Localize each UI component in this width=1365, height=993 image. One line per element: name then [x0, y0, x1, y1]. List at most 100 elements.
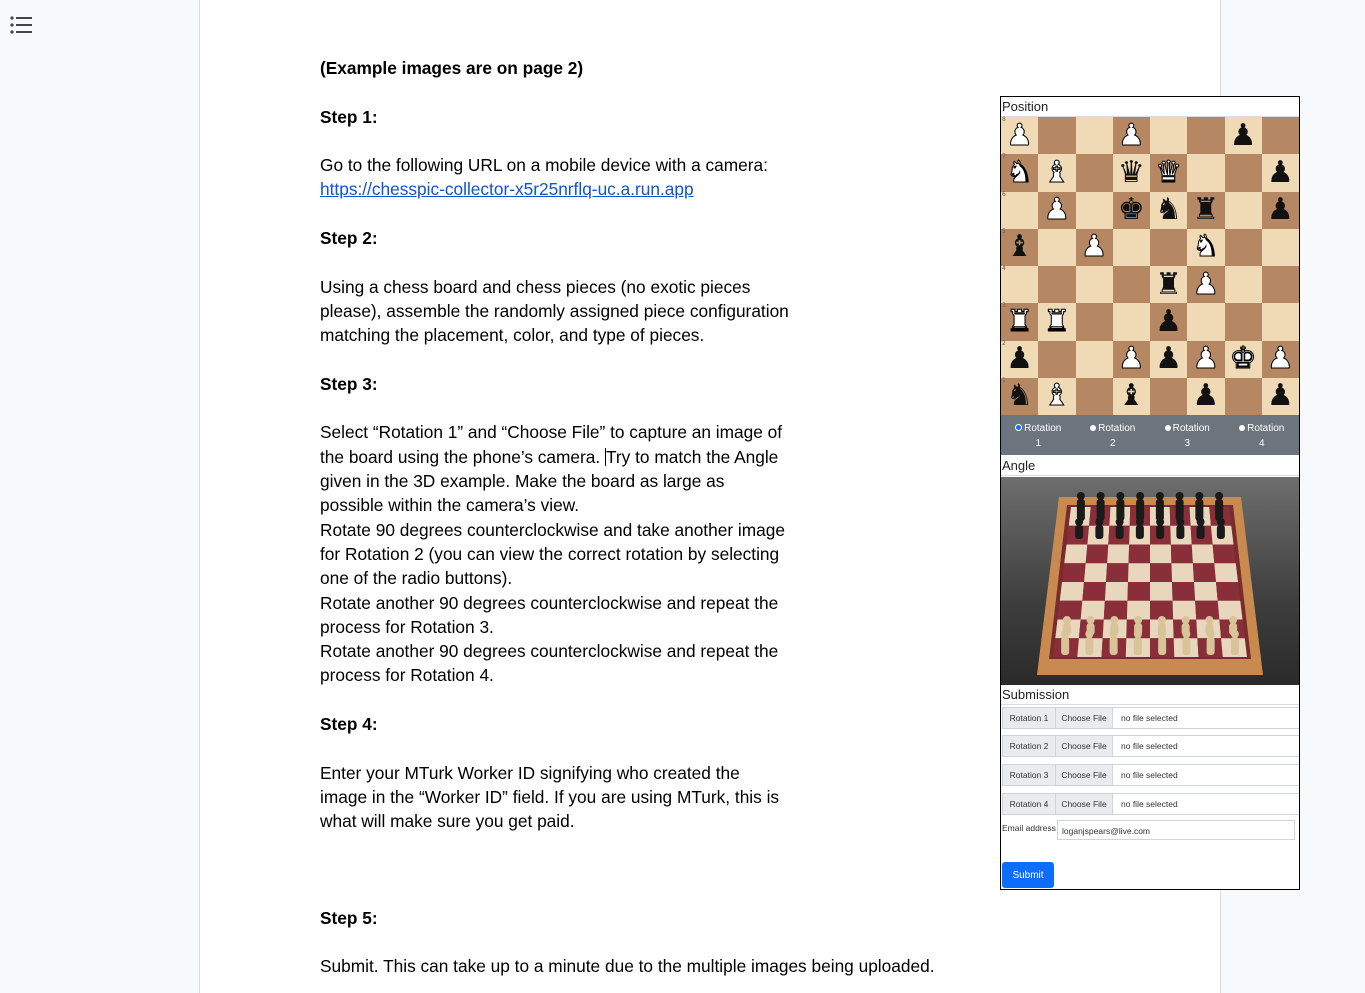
rotation-radio-group: Rotation 1 Rotation 2 Rotation 3 Rotation 4 — [1001, 415, 1299, 455]
radio-selected-icon — [1015, 424, 1023, 431]
radio-icon — [1090, 425, 1097, 431]
board-3d-piece — [1215, 492, 1224, 500]
white-rook-icon: ♜ — [1006, 303, 1034, 339]
board-3d-square — [1170, 544, 1193, 564]
embedded-app-screenshot[interactable]: Position 8 ♟ ♟ ♟ 7 ♞ ♝ ♛ ♛ ♟ 6 ♟ ♚ ♞ ♜ ♟ 5 ♝ ♟ ♞ 4 ♜ ♟ 3 ♜ ♜ ♟ 2 ♟ ♟ ♟… — [1000, 96, 1300, 890]
board-square — [1187, 154, 1225, 192]
collector-url-link[interactable]: https://chesspic-collector-x5r25nrflq-uc… — [320, 179, 694, 199]
board-3d-piece — [1116, 499, 1125, 521]
rank-label: 5 — [1002, 227, 1006, 235]
board-square: ♟ — [1261, 191, 1299, 229]
board-3d-square — [1082, 582, 1106, 601]
board-3d-square — [1104, 582, 1128, 601]
board-3d-piece — [1133, 637, 1142, 655]
black-rook-icon: ♜ — [1192, 192, 1220, 228]
angle-title: Angle — [1001, 456, 1299, 476]
board-square — [1075, 154, 1113, 192]
board-3d-piece — [1205, 616, 1214, 624]
white-queen-icon: ♛ — [1155, 154, 1183, 190]
board-3d-piece — [1116, 492, 1125, 500]
board-3d-piece — [1182, 630, 1191, 638]
choose-file-button-3[interactable]: Choose File — [1056, 765, 1113, 785]
rotation-radio-1[interactable]: Rotation 1 — [1001, 415, 1076, 455]
board-square: ♟ — [1150, 303, 1188, 341]
choose-file-button-4[interactable]: Choose File — [1056, 794, 1113, 814]
black-pawn-icon: ♟ — [1266, 192, 1294, 228]
board-3d-piece — [1206, 637, 1215, 655]
board-square — [1150, 117, 1188, 155]
board-3d-piece — [1134, 616, 1143, 624]
rotation-radio-3[interactable]: Rotation 3 — [1150, 415, 1225, 455]
board-square — [1075, 377, 1113, 415]
submit-button[interactable]: Submit — [1002, 862, 1054, 888]
board-square — [1261, 266, 1299, 304]
black-pawn-icon: ♟ — [1006, 341, 1034, 377]
board-3d-square — [1059, 582, 1084, 601]
board-square — [1150, 228, 1188, 266]
board-3d-piece — [1158, 630, 1167, 638]
choose-file-button-2[interactable]: Choose File — [1056, 736, 1113, 756]
document-outline-icon[interactable] — [8, 12, 36, 38]
step3-text-e: Rotate another 90 degrees counterclockwi… — [320, 641, 779, 686]
board-square — [1224, 191, 1262, 229]
board-square: ♟ — [1112, 340, 1150, 378]
board-3d-piece — [1109, 637, 1118, 655]
rotation-radio-2[interactable]: Rotation 2 — [1076, 415, 1151, 455]
document-body[interactable]: (Example images are on page 2) Step 1: G… — [320, 56, 790, 834]
black-bishop-icon: ♝ — [1117, 378, 1145, 414]
board-square: ♛ — [1112, 154, 1150, 192]
white-pawn-icon: ♟ — [1117, 341, 1145, 377]
board-3d-piece — [1216, 525, 1225, 539]
board-3d-square — [1171, 563, 1194, 582]
board-square: ♟ — [1224, 117, 1262, 155]
radio-icon — [1164, 425, 1171, 431]
board-3d-piece — [1136, 499, 1145, 521]
board-square — [1224, 303, 1262, 341]
board-square — [1038, 266, 1076, 304]
rank-label: 4 — [1002, 265, 1006, 272]
board-square: 1 ♞ — [1001, 377, 1039, 415]
board-3d-square — [1106, 563, 1129, 582]
board-3d-square — [1212, 544, 1236, 564]
rotation-radio-4[interactable]: Rotation 4 — [1225, 415, 1300, 455]
black-pawn-icon: ♟ — [1266, 378, 1294, 414]
board-3d-piece — [1156, 525, 1165, 539]
board-3d-piece — [1115, 525, 1124, 539]
step1-heading: Step 1: — [320, 106, 378, 127]
board-3d-piece — [1075, 518, 1084, 526]
step5-heading: Step 5: — [320, 908, 378, 928]
chess-board: 8 ♟ ♟ ♟ 7 ♞ ♝ ♛ ♛ ♟ 6 ♟ ♚ ♞ ♜ ♟ 5 ♝ ♟ ♞ 4 ♜ ♟ 3 ♜ ♜ ♟ 2 ♟ ♟ ♟ ♟ ♚ ♟ 1 ♞ ♝ ♝ ♟ ♟ — [1001, 117, 1299, 415]
rank-label: 2 — [1002, 339, 1006, 347]
board-square: ♟ — [1261, 340, 1299, 378]
board-3d-piece — [1155, 492, 1164, 500]
board-3d-piece — [1135, 518, 1144, 526]
board-square — [1038, 228, 1076, 266]
position-title: Position — [1001, 97, 1299, 117]
board-3d-piece — [1215, 499, 1224, 521]
upload-row-1: Rotation 1 Choose File no file selected — [1002, 707, 1299, 729]
radio-icon — [1239, 425, 1246, 431]
board-3d-piece — [1230, 637, 1239, 655]
board-square: ♜ — [1150, 266, 1188, 304]
board-3d-square — [1084, 563, 1108, 582]
email-input[interactable]: loganjspears@live.com — [1057, 820, 1295, 840]
black-pawn-icon: ♟ — [1155, 341, 1183, 377]
board-3d-piece — [1182, 637, 1191, 655]
board-square — [1224, 377, 1262, 415]
board-3d-piece — [1095, 525, 1104, 539]
board-3d-piece — [1135, 525, 1144, 539]
board-3d-piece — [1181, 616, 1190, 624]
email-label: Email address — [1002, 823, 1056, 833]
board-3d-piece — [1096, 492, 1105, 500]
black-king-icon: ♚ — [1117, 192, 1145, 228]
black-bishop-icon: ♝ — [1006, 229, 1034, 265]
board-square: ♟ — [1261, 154, 1299, 192]
choose-file-button-1[interactable]: Choose File — [1056, 708, 1113, 728]
board-3d-piece — [1196, 525, 1205, 539]
document-page: (Example images are on page 2) Step 1: G… — [199, 0, 1300, 993]
board-3d-piece — [1206, 630, 1215, 638]
board-3d-square — [1107, 544, 1130, 564]
board-3d-square — [1064, 544, 1088, 564]
black-knight-icon: ♞ — [1155, 192, 1183, 228]
board-square — [1038, 117, 1076, 155]
